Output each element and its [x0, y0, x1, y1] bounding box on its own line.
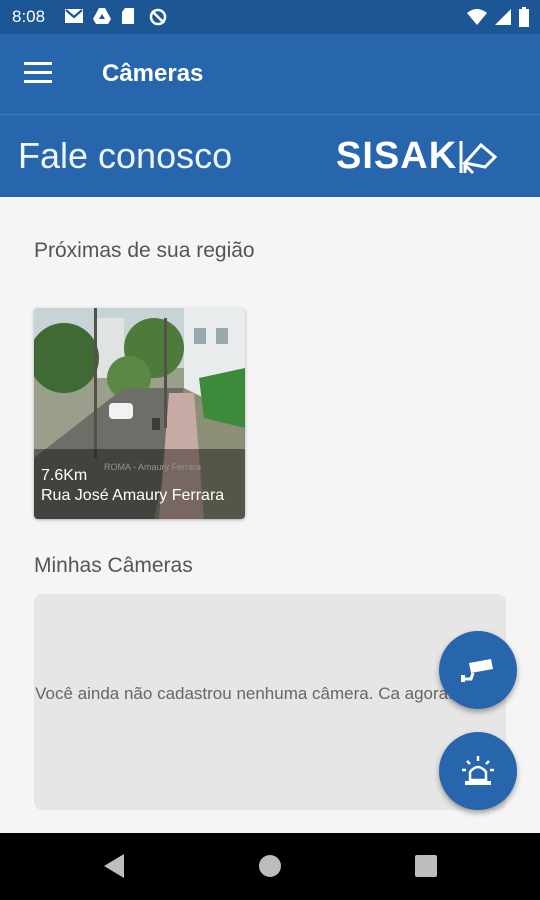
- sync-off-icon: [148, 7, 168, 27]
- sisak-logo: SISAK: [336, 135, 499, 178]
- logo-camera-icon: [459, 140, 498, 174]
- recents-icon[interactable]: [414, 853, 438, 884]
- system-nav-bar: [0, 833, 540, 900]
- add-camera-fab[interactable]: [439, 631, 517, 709]
- security-camera-icon: [461, 659, 493, 682]
- nearby-section-title: Próximas de sua região: [34, 239, 255, 262]
- alarm-siren-icon: [462, 756, 494, 785]
- gmail-icon: [64, 7, 84, 27]
- battery-icon: [518, 7, 530, 32]
- camera-address: Rua José Amaury Ferrara: [41, 487, 225, 504]
- camera-card[interactable]: ROMA - Amaury Ferrara 7.6Km Rua José Ama…: [34, 308, 245, 519]
- contact-banner: Fale conosco SISAK: [0, 114, 540, 197]
- hamburger-menu-icon[interactable]: [24, 62, 52, 84]
- empty-state-message: Você ainda não cadastrou nenhuma câmera.…: [35, 684, 453, 703]
- home-icon[interactable]: [258, 853, 282, 884]
- app-bar: Câmeras: [0, 34, 540, 114]
- sd-card-icon: [120, 7, 140, 27]
- my-cameras-section-title: Minhas Câmeras: [34, 554, 193, 577]
- my-cameras-empty-state: Você ainda não cadastrou nenhuma câmera.…: [34, 594, 506, 810]
- brand-name: SISAK: [336, 135, 458, 177]
- page-title: Câmeras: [102, 60, 204, 87]
- status-bar: 8:08: [0, 0, 540, 34]
- status-time: 8:08: [12, 7, 46, 26]
- wifi-icon: [466, 8, 488, 31]
- drive-icon: [92, 7, 112, 27]
- contact-us-link[interactable]: Fale conosco: [18, 135, 232, 177]
- camera-distance: 7.6Km: [41, 467, 88, 484]
- signal-icon: [494, 8, 512, 31]
- back-icon[interactable]: [102, 853, 126, 884]
- alarm-fab[interactable]: [439, 732, 517, 810]
